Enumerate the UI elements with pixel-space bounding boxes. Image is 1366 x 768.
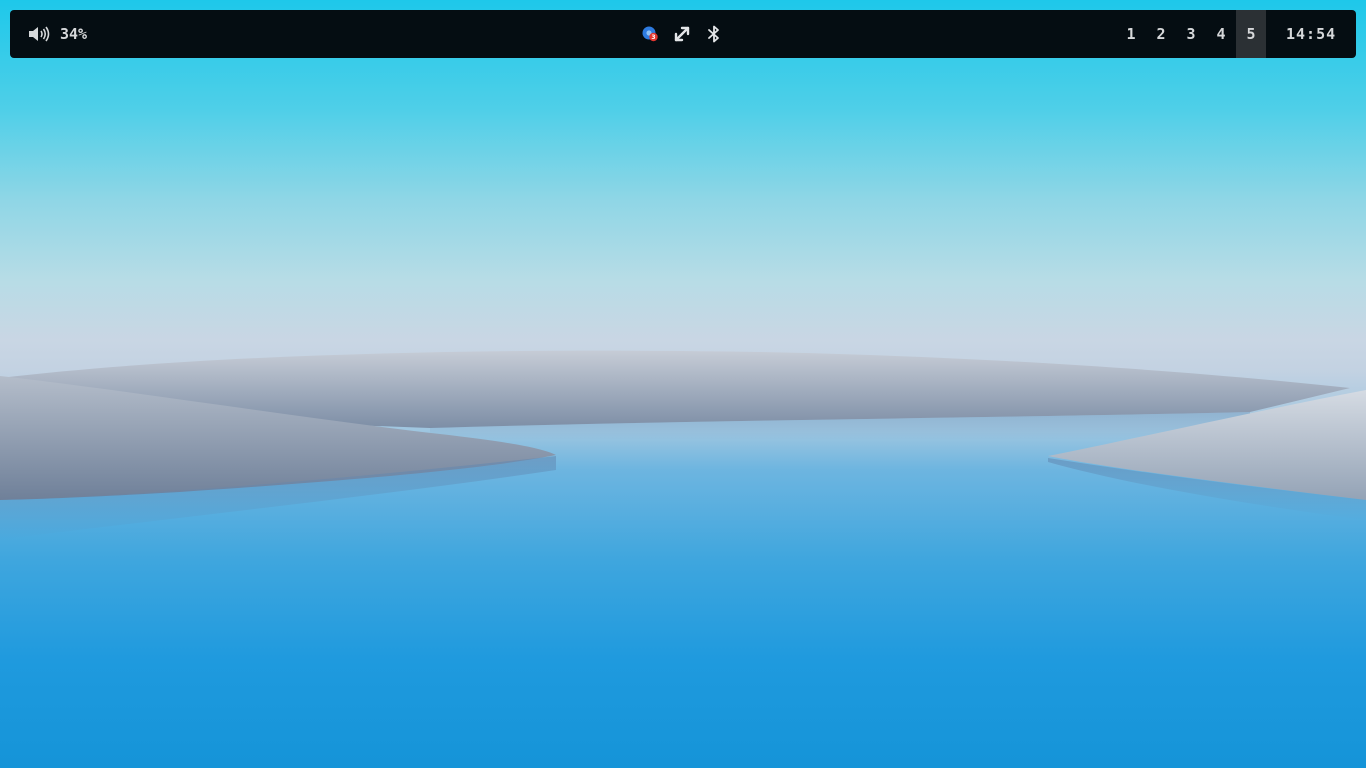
workspace-4[interactable]: 4	[1206, 10, 1236, 58]
top-panel: 34% 3 1 2 3 4 5 14:54	[10, 10, 1356, 58]
volume-control[interactable]: 34%	[28, 10, 87, 58]
workspace-2[interactable]: 2	[1146, 10, 1176, 58]
volume-level: 34%	[60, 25, 88, 43]
speaker-icon	[29, 26, 50, 42]
workspace-5[interactable]: 5	[1236, 10, 1266, 58]
network-transfer-icon[interactable]	[672, 24, 692, 44]
wallpaper-landscape	[0, 350, 1366, 540]
workspace-1[interactable]: 1	[1116, 10, 1146, 58]
desktop: 34% 3 1 2 3 4 5 14:54	[0, 0, 1366, 768]
system-tray: 3	[640, 10, 724, 58]
chromium-notification-icon[interactable]: 3	[640, 24, 660, 44]
notification-badge: 3	[651, 34, 655, 41]
workspace-3[interactable]: 3	[1176, 10, 1206, 58]
bluetooth-icon[interactable]	[704, 24, 724, 44]
clock[interactable]: 14:54	[1286, 10, 1336, 58]
workspace-switcher: 1 2 3 4 5	[1116, 10, 1266, 58]
